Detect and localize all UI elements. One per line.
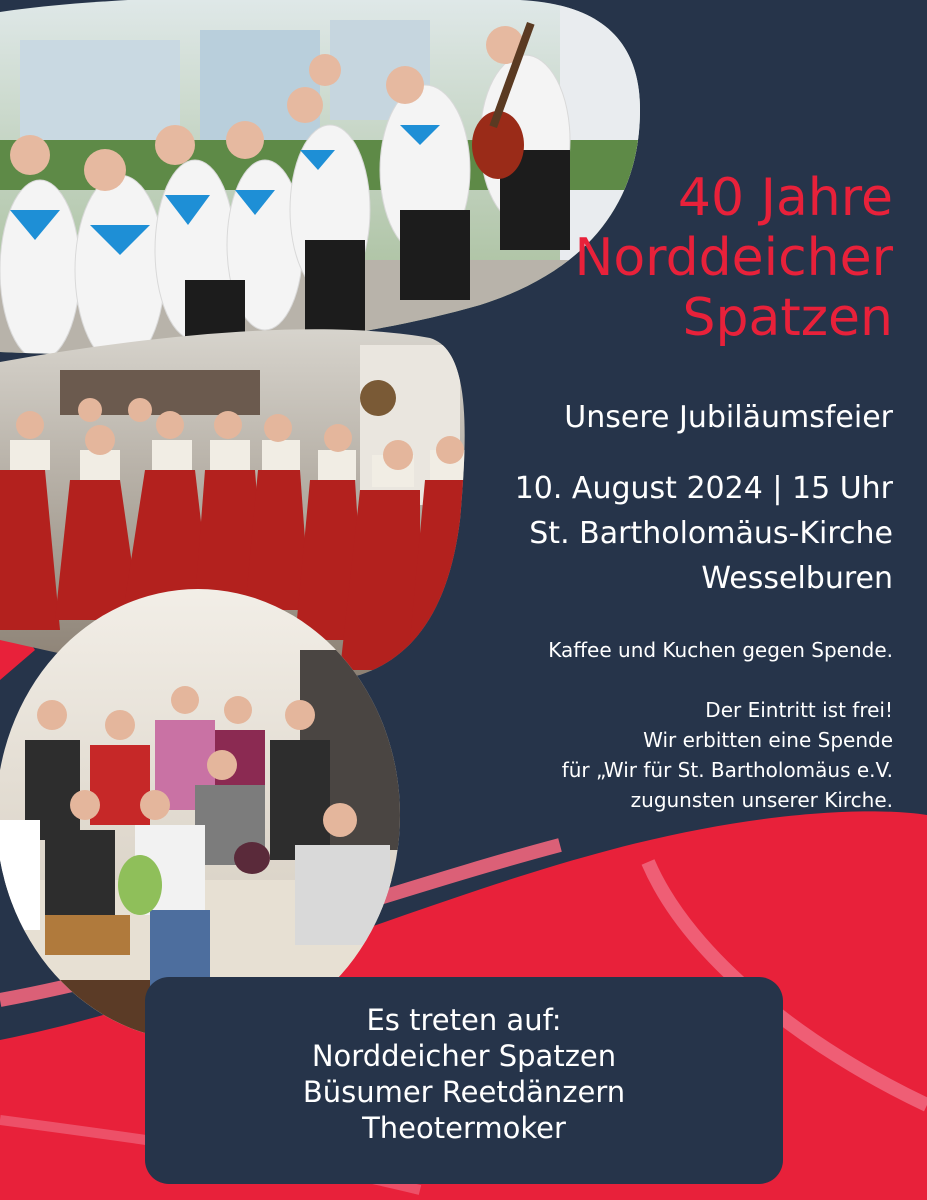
event-details: 10. August 2024 | 15 Uhr St. Bartholomäu… <box>515 466 893 601</box>
event-venue: St. Bartholomäus-Kirche <box>529 516 893 551</box>
performer-item: Theotermoker <box>362 1111 566 1145</box>
note-spacer <box>548 665 893 695</box>
performers-heading: Es treten auf: <box>366 1003 562 1037</box>
title-line-2: Norddeicher <box>574 228 893 288</box>
donation-request: Wir erbitten eine Spende <box>643 728 893 752</box>
free-entry-note: Der Eintritt ist frei! <box>705 698 893 722</box>
coffee-note: Kaffee und Kuchen gegen Spende. <box>548 638 893 662</box>
event-town: Wesselburen <box>701 561 893 596</box>
subtitle: Unsere Jubiläumsfeier <box>564 400 893 435</box>
title-line-3: Spatzen <box>682 288 893 348</box>
donation-note: Kaffee und Kuchen gegen Spende. Der Eint… <box>548 635 893 815</box>
performers-box: Es treten auf: Norddeicher Spatzen Büsum… <box>145 977 783 1184</box>
poster-title: 40 Jahre Norddeicher Spatzen <box>453 168 893 348</box>
poster: 40 Jahre Norddeicher Spatzen Unsere Jubi… <box>0 0 927 1200</box>
donation-recipient: für „Wir für St. Bartholomäus e.V. <box>561 758 893 782</box>
performer-item: Büsumer Reetdänzern <box>302 1075 626 1109</box>
event-date-time: 10. August 2024 | 15 Uhr <box>514 471 893 506</box>
performer-item: Norddeicher Spatzen <box>311 1039 617 1073</box>
title-line-1: 40 Jahre <box>677 168 893 228</box>
donation-purpose: zugunsten unserer Kirche. <box>630 788 893 812</box>
